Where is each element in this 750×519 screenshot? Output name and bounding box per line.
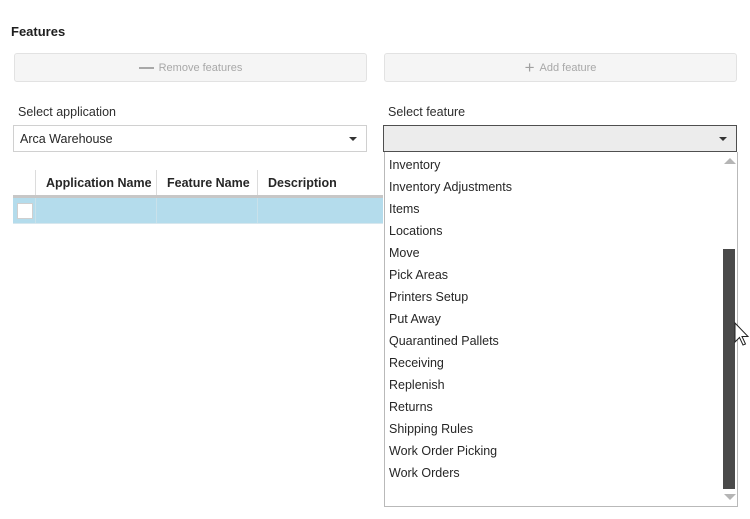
column-header-description[interactable]: Description xyxy=(257,170,383,195)
dropdown-options: Inventory Inventory Adjustments Items Locat… xyxy=(385,154,721,484)
dropdown-option[interactable]: Pick Areas xyxy=(385,264,721,286)
remove-features-label: Remove features xyxy=(158,61,243,74)
column-header-feature-name[interactable]: Feature Name xyxy=(156,170,257,195)
dropdown-option[interactable]: Inventory Adjustments xyxy=(385,176,721,198)
cell-feature-name xyxy=(156,198,257,223)
dropdown-option[interactable]: Printers Setup xyxy=(385,286,721,308)
add-feature-label: Add feature xyxy=(539,61,597,74)
dropdown-option[interactable]: Inventory xyxy=(385,154,721,176)
features-grid: Application Name Feature Name Descriptio… xyxy=(13,170,383,224)
grid-header: Application Name Feature Name Descriptio… xyxy=(13,170,383,198)
dropdown-option[interactable]: Work Order Picking xyxy=(385,440,721,462)
remove-features-button[interactable]: Remove features xyxy=(14,53,367,82)
scroll-down-arrow-icon[interactable] xyxy=(724,494,736,500)
dropdown-option[interactable]: Items xyxy=(385,198,721,220)
dropdown-option[interactable]: Returns xyxy=(385,396,721,418)
column-header-application-name[interactable]: Application Name xyxy=(35,170,156,195)
feature-select[interactable] xyxy=(383,125,737,152)
chevron-down-icon xyxy=(719,137,727,141)
application-select[interactable]: Arca Warehouse xyxy=(13,125,367,152)
plus-icon: + xyxy=(524,58,535,77)
section-title: Features xyxy=(11,24,66,39)
dropdown-option[interactable]: Locations xyxy=(385,220,721,242)
select-application-label: Select application xyxy=(18,105,116,119)
dropdown-option[interactable]: Put Away xyxy=(385,308,721,330)
dropdown-option[interactable]: Receiving xyxy=(385,352,721,374)
dropdown-option[interactable]: Quarantined Pallets xyxy=(385,330,721,352)
dropdown-option[interactable]: Shipping Rules xyxy=(385,418,721,440)
scrollbar-thumb[interactable] xyxy=(723,249,735,489)
cell-description xyxy=(257,198,383,223)
row-checkbox[interactable] xyxy=(16,202,33,219)
dropdown-option[interactable]: Work Orders xyxy=(385,462,721,484)
minus-icon xyxy=(138,66,154,69)
header-select-column xyxy=(13,170,35,195)
row-select-cell xyxy=(13,198,35,223)
cell-application-name xyxy=(35,198,156,223)
table-row[interactable] xyxy=(13,198,383,224)
add-feature-button[interactable]: + Add feature xyxy=(384,53,737,82)
chevron-down-icon xyxy=(349,137,357,141)
scroll-up-arrow-icon[interactable] xyxy=(724,158,736,164)
select-feature-label: Select feature xyxy=(388,105,466,119)
application-select-value: Arca Warehouse xyxy=(20,131,113,146)
dropdown-option[interactable]: Move xyxy=(385,242,721,264)
dropdown-option[interactable]: Replenish xyxy=(385,374,721,396)
mouse-pointer-icon xyxy=(734,322,750,346)
feature-dropdown-list[interactable]: Inventory Inventory Adjustments Items Locat… xyxy=(384,152,738,507)
